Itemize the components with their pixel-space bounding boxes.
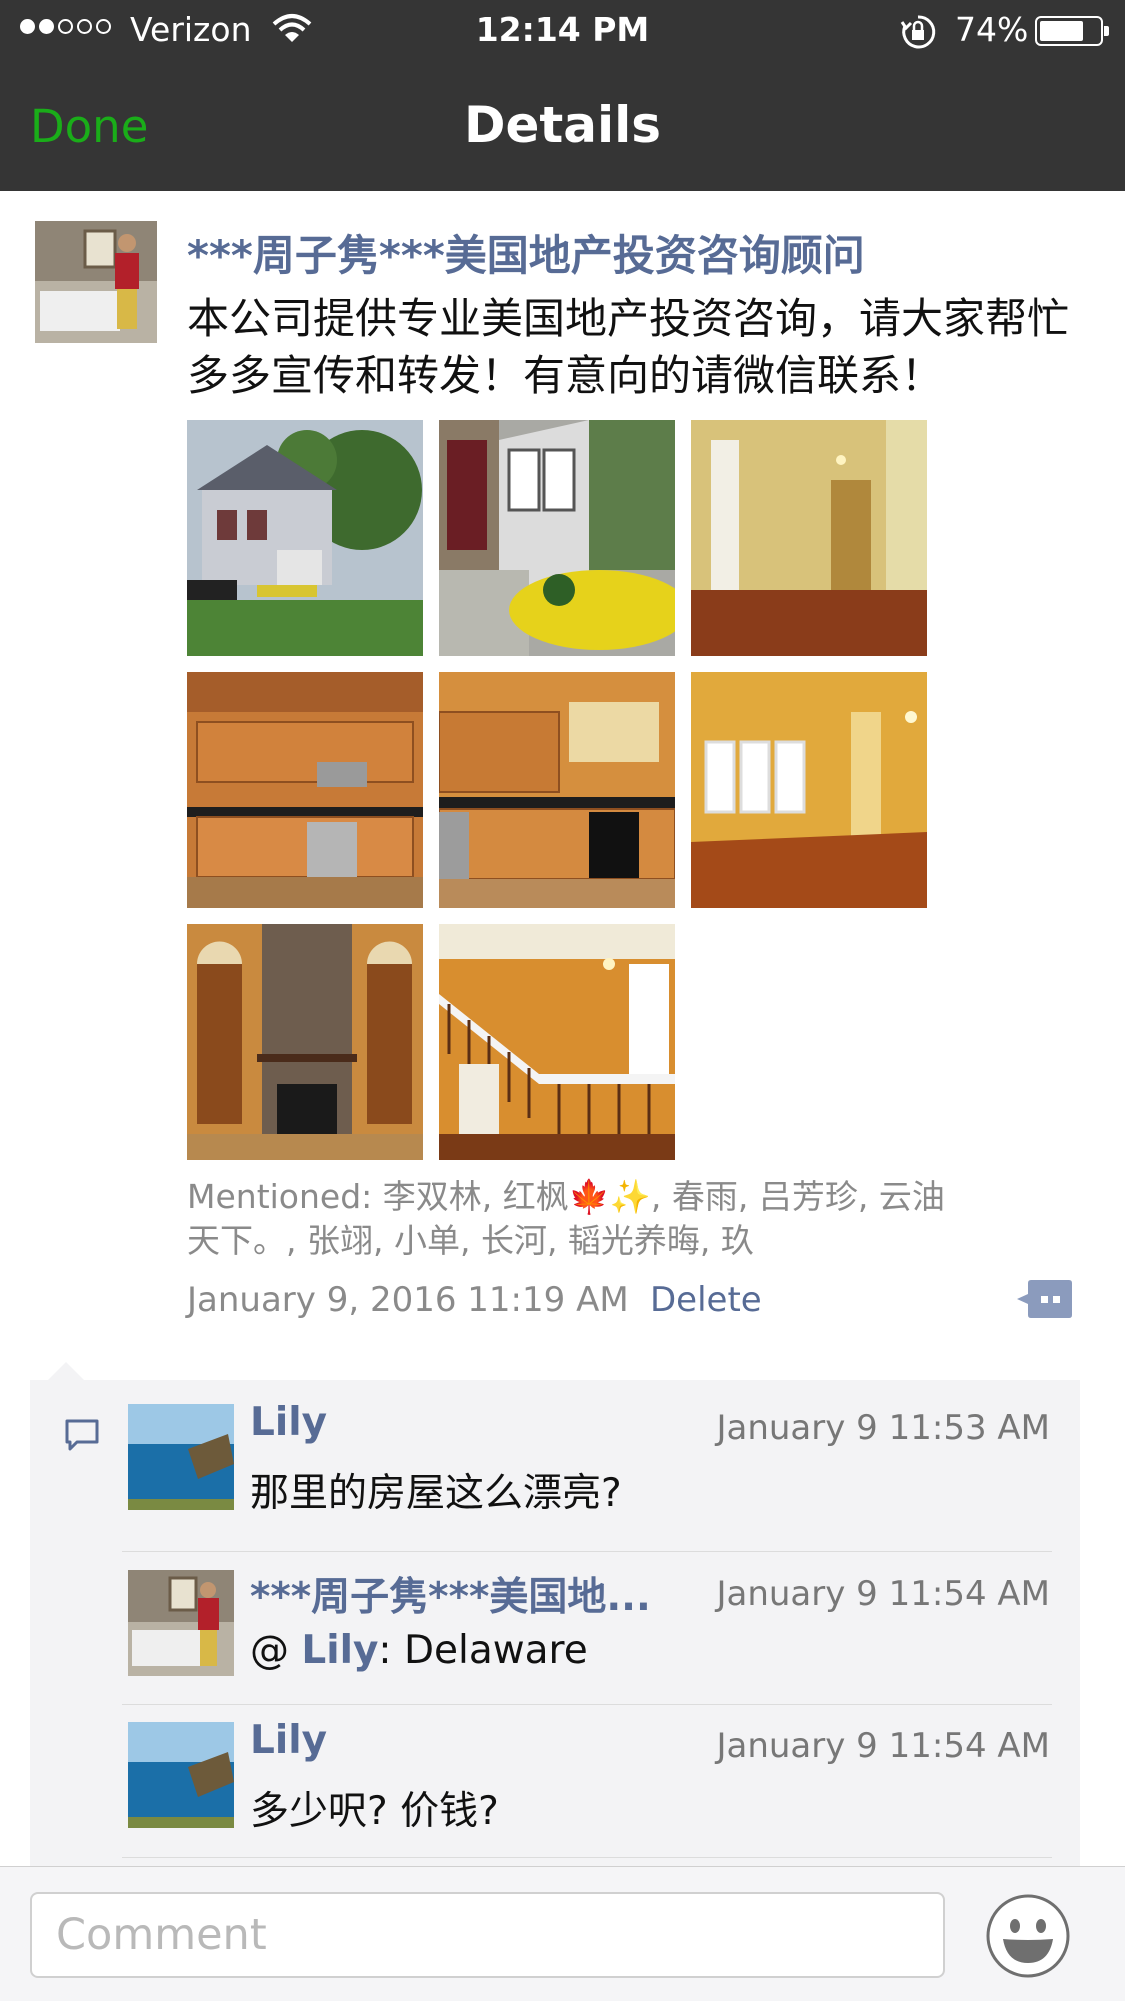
reply-mention[interactable]: Lily bbox=[301, 1628, 378, 1673]
commenter-name[interactable]: Lily bbox=[250, 1400, 327, 1445]
comment-item[interactable]: Lily January 9 11:54 AM 多少呎? 价钱? bbox=[128, 1718, 1050, 1834]
comment-divider bbox=[122, 1857, 1052, 1858]
rotation-lock-icon bbox=[900, 14, 936, 54]
comment-bar bbox=[0, 1866, 1125, 2001]
comment-time: January 9 11:53 AM bbox=[716, 1408, 1050, 1448]
smiley-icon bbox=[986, 1894, 1070, 1978]
comment-divider bbox=[122, 1704, 1052, 1705]
photo-kitchen-1[interactable] bbox=[187, 672, 423, 908]
photo-kitchen-2[interactable] bbox=[439, 672, 675, 908]
comment-bubble-icon bbox=[64, 1418, 100, 1456]
author-avatar[interactable] bbox=[35, 221, 157, 343]
comment-item[interactable]: Lily January 9 11:53 AM 那里的房屋这么漂亮? bbox=[128, 1400, 1050, 1516]
comment-text: 那里的房屋这么漂亮? bbox=[250, 1471, 622, 1516]
comment-time: January 9 11:54 AM bbox=[716, 1726, 1050, 1766]
post-author-name[interactable]: ***周子隽***美国地产投资咨询顾问 bbox=[187, 222, 865, 283]
details-screen: Verizon 12:14 PM 74% Done Details ***周子隽… bbox=[0, 0, 1125, 2001]
reply-prefix: @ bbox=[250, 1628, 302, 1673]
top-bar: Verizon 12:14 PM 74% Done Details bbox=[0, 0, 1125, 191]
delete-button[interactable]: Delete bbox=[650, 1280, 762, 1320]
photo-staircase[interactable] bbox=[439, 924, 675, 1160]
comment-text: @ Lily: Delaware bbox=[250, 1628, 588, 1673]
status-bar: Verizon 12:14 PM 74% bbox=[0, 0, 1125, 62]
commenter-name[interactable]: ***周子隽***美国地... bbox=[250, 1566, 651, 1622]
post-timestamp: January 9, 2016 11:19 AM bbox=[187, 1280, 629, 1320]
comment-action-button[interactable] bbox=[1015, 1278, 1073, 1320]
mentioned-list: Mentioned: 李双林, 红枫🍁✨, 春雨, 吕芳珍, 云油天下。, 张翊… bbox=[187, 1177, 945, 1260]
comment-divider bbox=[122, 1551, 1052, 1552]
reply-text: : Delaware bbox=[378, 1628, 588, 1673]
comment-time: January 9 11:54 AM bbox=[716, 1574, 1050, 1614]
post-text: 本公司提供专业美国地产投资咨询，请大家帮忙多多宣传和转发！有意向的请微信联系！ bbox=[187, 294, 1070, 400]
comments-panel-arrow bbox=[48, 1362, 84, 1380]
page-title: Details bbox=[463, 96, 662, 154]
comment-text: 多少呎? 价钱? bbox=[250, 1789, 499, 1834]
comment-input[interactable] bbox=[30, 1892, 945, 1978]
photo-fireplace[interactable] bbox=[187, 924, 423, 1160]
photo-living-room[interactable] bbox=[691, 672, 927, 908]
photo-front-entrance[interactable] bbox=[439, 420, 675, 656]
commenter-avatar[interactable] bbox=[128, 1570, 234, 1676]
photo-house-exterior[interactable] bbox=[187, 420, 423, 656]
battery-icon bbox=[1035, 16, 1109, 46]
emoji-button[interactable] bbox=[985, 1893, 1071, 1979]
battery-percentage: 74% bbox=[955, 10, 1029, 49]
photo-hallway[interactable] bbox=[691, 420, 927, 656]
comment-item[interactable]: ***周子隽***美国地... January 9 11:54 AM @ Lil… bbox=[128, 1570, 1050, 1676]
commenter-avatar[interactable] bbox=[128, 1722, 234, 1828]
commenter-name[interactable]: Lily bbox=[250, 1718, 327, 1763]
commenter-avatar[interactable] bbox=[128, 1404, 234, 1510]
